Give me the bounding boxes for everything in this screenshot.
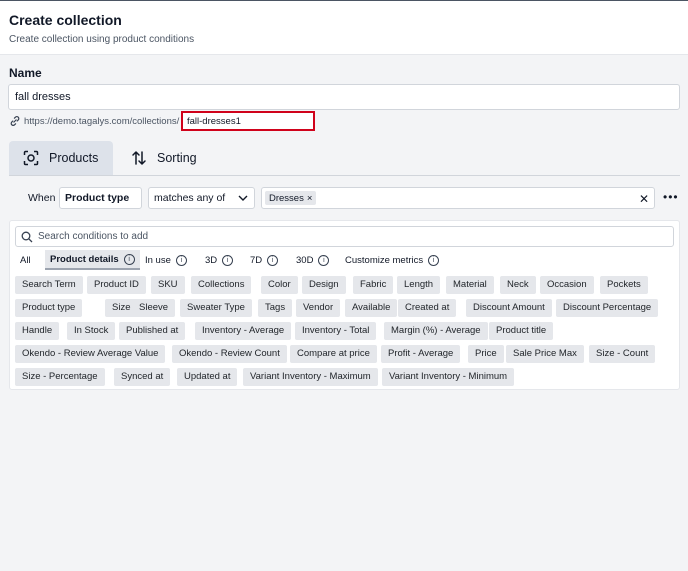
tab-products[interactable]: Products (9, 141, 113, 175)
filter-tab-label: 30D (296, 254, 314, 266)
condition-chip-collections[interactable]: Collections (191, 276, 252, 294)
name-label: Name (9, 66, 42, 80)
condition-chip-okendo-review-average-value[interactable]: Okendo - Review Average Value (15, 345, 166, 363)
condition-chip-product-type[interactable]: Product type (15, 299, 83, 317)
value-tag[interactable]: Dresses × (265, 191, 317, 205)
operator-value: matches any of (154, 192, 226, 204)
search-input[interactable]: Search conditions to add (15, 226, 674, 247)
filter-tab-7d[interactable]: 7D i (245, 250, 283, 270)
filter-tabs: All Product details i In use i 3D i 7D i 30D i Cust… (15, 250, 675, 270)
condition-chip-vendor[interactable]: Vendor (296, 299, 341, 317)
condition-chip-product-title[interactable]: Product title (489, 322, 554, 340)
filter-tab-customize-metrics[interactable]: Customize metrics i (340, 250, 444, 270)
link-icon (10, 116, 20, 126)
condition-chip-margin-average[interactable]: Margin (%) - Average (384, 322, 488, 340)
filter-tab-product-details[interactable]: Product details i (45, 250, 140, 270)
info-icon[interactable]: i (267, 254, 279, 266)
condition-chip-inventory-average[interactable]: Inventory - Average (195, 322, 292, 340)
condition-chip-okendo-review-count[interactable]: Okendo - Review Count (172, 345, 287, 363)
condition-chip-design[interactable]: Design (302, 276, 346, 294)
condition-row: When Product type matches any of Dresses… (9, 186, 688, 210)
condition-chip-sweater-type[interactable]: Sweater Type (180, 299, 252, 317)
more-options-icon[interactable]: ••• (663, 190, 679, 204)
condition-chip-size-percentage[interactable]: Size - Percentage (15, 368, 105, 386)
condition-chip-variant-inventory-minimum[interactable]: Variant Inventory - Minimum (382, 368, 515, 386)
filter-tab-all[interactable]: All (15, 250, 36, 270)
page-title: Create collection (9, 12, 122, 28)
condition-chip-profit-average[interactable]: Profit - Average (381, 345, 461, 363)
page-subtitle: Create collection using product conditio… (9, 34, 195, 45)
url-base: https://demo.tagalys.com/collections/ (24, 116, 180, 127)
chevron-down-icon (238, 195, 248, 201)
tab-sorting[interactable]: Sorting (117, 141, 217, 175)
condition-chip-material[interactable]: Material (446, 276, 494, 294)
condition-chip-updated-at[interactable]: Updated at (177, 368, 238, 386)
value-tag-label: Dresses (269, 192, 304, 204)
condition-values-input[interactable]: Dresses × ✕ (261, 187, 655, 209)
condition-chip-handle[interactable]: Handle (15, 322, 60, 340)
filter-tab-label: In use (145, 254, 171, 266)
condition-chip-search-term[interactable]: Search Term (15, 276, 83, 294)
conditions-picker: Search conditions to add All Product deta… (9, 220, 680, 390)
filter-tab-label: Customize metrics (345, 254, 424, 266)
condition-chip-discount-percentage[interactable]: Discount Percentage (556, 299, 659, 317)
filter-tab-label: Product details (50, 253, 119, 265)
condition-chip-pockets[interactable]: Pockets (600, 276, 648, 294)
clear-icon[interactable]: ✕ (639, 192, 649, 206)
url-row: https://demo.tagalys.com/collections/ fa… (9, 111, 329, 131)
condition-operator-select[interactable]: matches any of (148, 187, 255, 209)
filter-tab-30d[interactable]: 30D i (291, 250, 334, 270)
filter-tab-label: All (20, 254, 31, 266)
condition-chip-available[interactable]: Available (345, 299, 398, 317)
condition-chip-product-id[interactable]: Product ID (87, 276, 146, 294)
condition-chip-created-at[interactable]: Created at (398, 299, 457, 317)
sort-icon (132, 151, 146, 165)
condition-chip-synced-at[interactable]: Synced at (114, 368, 171, 386)
condition-chip-in-stock[interactable]: In Stock (67, 322, 116, 340)
condition-chip-price[interactable]: Price (468, 345, 504, 363)
when-label: When (28, 192, 56, 204)
main-tabs: Products Sorting (9, 141, 680, 176)
condition-chip-published-at[interactable]: Published at (119, 322, 186, 340)
filter-tab-label: 7D (250, 254, 263, 266)
condition-chip-length[interactable]: Length (397, 276, 441, 294)
slug-input[interactable]: fall-dresses1 (181, 111, 315, 131)
info-icon[interactable]: i (222, 254, 234, 266)
info-icon[interactable]: i (318, 254, 330, 266)
filter-tab-in-use[interactable]: In use i (140, 250, 192, 270)
condition-field-select[interactable]: Product type (59, 187, 142, 209)
condition-chip-sku[interactable]: SKU (151, 276, 185, 294)
condition-chip-occasion[interactable]: Occasion (540, 276, 594, 294)
condition-chip-sale-price-max[interactable]: Sale Price Max (506, 345, 584, 363)
condition-chip-neck[interactable]: Neck (500, 276, 536, 294)
tab-sorting-label: Sorting (157, 151, 197, 165)
search-placeholder: Search conditions to add (38, 231, 149, 242)
filter-tab-label: 3D (205, 254, 218, 266)
products-icon (23, 150, 39, 166)
search-icon (21, 231, 33, 243)
tab-products-label: Products (49, 151, 99, 165)
condition-chip-size-count[interactable]: Size - Count (589, 345, 656, 363)
condition-chip-sleeve[interactable]: Sleeve (132, 299, 176, 317)
filter-tab-3d[interactable]: 3D i (200, 250, 238, 270)
condition-chip-variant-inventory-maximum[interactable]: Variant Inventory - Maximum (243, 368, 378, 386)
condition-chip-tags[interactable]: Tags (258, 299, 293, 317)
condition-chip-discount-amount[interactable]: Discount Amount (466, 299, 552, 317)
name-input[interactable]: fall dresses (8, 84, 680, 110)
info-icon[interactable]: i (123, 253, 135, 265)
condition-chip-compare-at-price[interactable]: Compare at price (290, 345, 377, 363)
condition-chip-fabric[interactable]: Fabric (353, 276, 394, 294)
remove-tag-icon[interactable]: × (307, 193, 313, 204)
info-icon[interactable]: i (428, 254, 440, 266)
page-header: Create collection Create collection usin… (0, 0, 688, 55)
info-icon[interactable]: i (175, 254, 187, 266)
condition-chip-color[interactable]: Color (261, 276, 298, 294)
condition-chip-inventory-total[interactable]: Inventory - Total (295, 322, 377, 340)
